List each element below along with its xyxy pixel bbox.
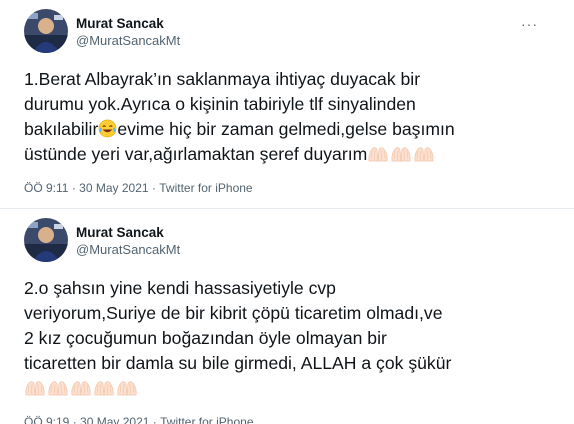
- tweet-text-fragment: üstünde yeri var,ağırlamaktan şeref duya…: [24, 144, 368, 164]
- meta-separator: ·: [151, 181, 156, 195]
- folded-hands-emoji-icon: [70, 379, 92, 397]
- tweet-time[interactable]: ÖÖ 9:19: [24, 415, 69, 424]
- tweet-text-fragment: evime hiç bir zaman gelmedi,gelse başımı…: [117, 119, 455, 139]
- meta-separator: ·: [152, 415, 157, 424]
- tweet-text-fragment: bakılabilir: [24, 119, 99, 139]
- folded-hands-emoji-icon: [367, 145, 389, 163]
- tweet-text-line: üstünde yeri var,ağırlamaktan şeref duya…: [24, 142, 544, 167]
- tweet-text: 2.o şahsın yine kendi hassasiyetiyle cvp…: [24, 276, 544, 401]
- more-icon[interactable]: ···: [521, 17, 538, 31]
- tears-of-joy-emoji-icon: [98, 119, 117, 138]
- tweet-text-line: durumu yok.Ayrıca o kişinin tabiriyle tl…: [24, 94, 416, 114]
- tweet-meta: ÖÖ 9:11 · 30 May 2021 · Twitter for iPho…: [24, 181, 558, 195]
- tweet-time[interactable]: ÖÖ 9:11: [24, 181, 68, 195]
- tweet-text-line: veriyorum,Suriye de bir kibrit çöpü tica…: [24, 303, 443, 323]
- display-name[interactable]: Murat Sancak: [76, 224, 180, 241]
- tweet-header: Murat Sancak @MuratSancakMt ···: [24, 9, 558, 57]
- tweet-source[interactable]: Twitter for iPhone: [160, 415, 253, 424]
- avatar[interactable]: [24, 218, 68, 262]
- tweet-text: 1.Berat Albayrak’ın saklanmaya ihtiyaç d…: [24, 67, 544, 167]
- display-name[interactable]: Murat Sancak: [76, 15, 180, 32]
- tweet-text-line: bakılabilir evime hiç bir zaman gelmedi,g…: [24, 117, 544, 142]
- tweet-source[interactable]: Twitter for iPhone: [159, 181, 252, 195]
- author-names: Murat Sancak @MuratSancakMt: [76, 15, 180, 50]
- emoji-line: [24, 376, 544, 401]
- folded-hands-emoji-icon: [24, 379, 46, 397]
- tweet-header: Murat Sancak @MuratSancakMt: [24, 218, 558, 266]
- avatar[interactable]: [24, 9, 68, 53]
- tweet-date[interactable]: 30 May 2021: [80, 415, 149, 424]
- tweet-text-line: 2 kız çocuğumun boğazından öyle olmayan …: [24, 328, 387, 348]
- tweet-date[interactable]: 30 May 2021: [79, 181, 148, 195]
- author-names: Murat Sancak @MuratSancakMt: [76, 224, 180, 259]
- folded-hands-emoji-icon: [93, 379, 115, 397]
- folded-hands-emoji-icon: [413, 145, 435, 163]
- tweet[interactable]: Murat Sancak @MuratSancakMt 2.o şahsın y…: [0, 208, 574, 424]
- folded-hands-emoji-icon: [390, 145, 412, 163]
- folded-hands-emoji-icon: [47, 379, 69, 397]
- tweet[interactable]: Murat Sancak @MuratSancakMt ··· 1.Berat …: [0, 0, 574, 208]
- username-handle[interactable]: @MuratSancakMt: [76, 32, 180, 50]
- username-handle[interactable]: @MuratSancakMt: [76, 241, 180, 259]
- tweet-meta: ÖÖ 9:19 · 30 May 2021 · Twitter for iPho…: [24, 415, 558, 424]
- tweet-text-line: 1.Berat Albayrak’ın saklanmaya ihtiyaç d…: [24, 69, 421, 89]
- meta-separator: ·: [72, 415, 77, 424]
- folded-hands-emoji-icon: [116, 379, 138, 397]
- tweet-thread: Murat Sancak @MuratSancakMt ··· 1.Berat …: [0, 0, 574, 424]
- meta-separator: ·: [71, 181, 76, 195]
- tweet-text-line: ticaretten bir damla su bile girmedi, AL…: [24, 353, 452, 373]
- tweet-text-line: 2.o şahsın yine kendi hassasiyetiyle cvp: [24, 278, 336, 298]
